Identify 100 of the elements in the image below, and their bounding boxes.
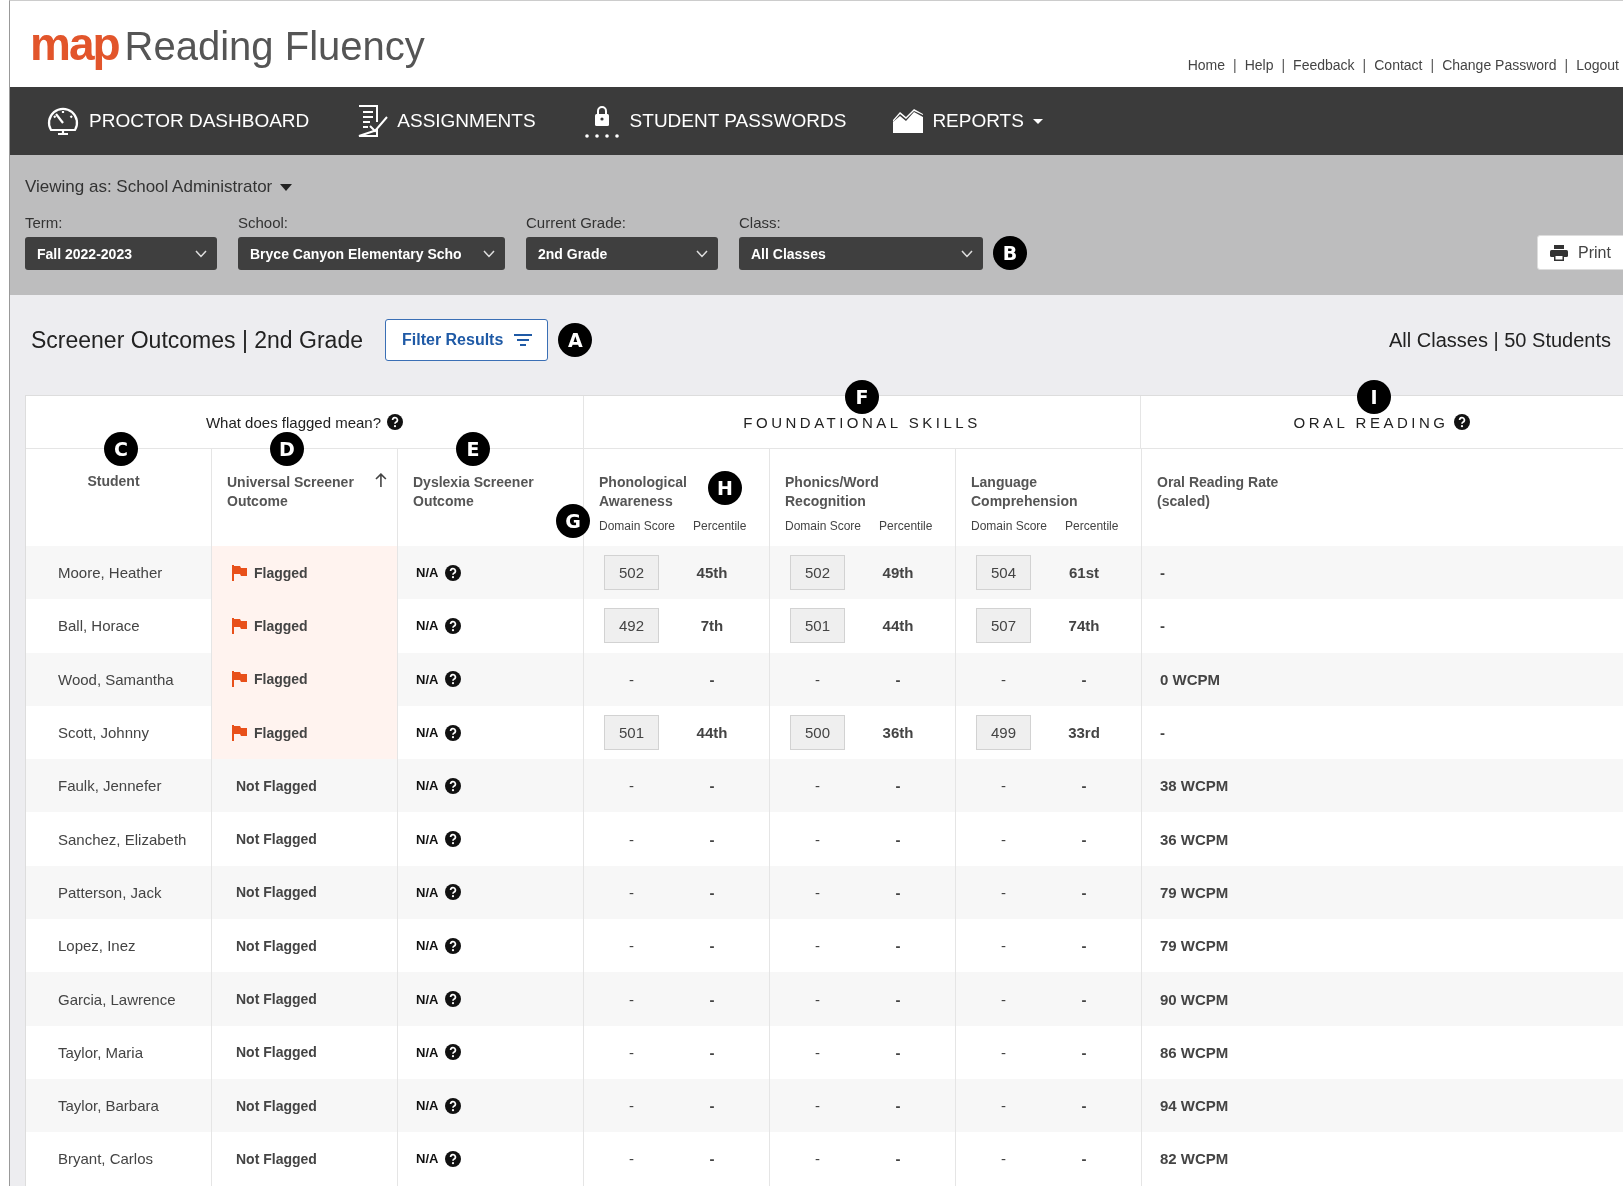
filter-label: Current Grade:	[526, 214, 627, 231]
help-icon[interactable]	[445, 937, 462, 954]
dyslexia-outcome: N/A	[416, 565, 439, 581]
top-link[interactable]: Home	[1187, 57, 1226, 73]
link-separator: |	[1281, 57, 1286, 73]
domain-score: -	[1000, 776, 1007, 797]
outcome-text: Flagged	[254, 724, 308, 741]
class-summary: All Classes | 50 Students	[1389, 328, 1611, 352]
callout-marker: F	[845, 380, 879, 414]
top-link[interactable]: Feedback	[1293, 57, 1355, 73]
oral-reading-rate: 82 WCPM	[1160, 1150, 1229, 1168]
nav-item[interactable]: STUDENT PASSWORDS	[581, 102, 847, 140]
domain-score: -	[814, 669, 821, 690]
help-icon[interactable]	[445, 777, 462, 794]
help-icon[interactable]	[445, 1150, 462, 1167]
help-icon[interactable]	[1454, 414, 1471, 430]
percentile: -	[1080, 1097, 1088, 1115]
filter-select[interactable]: Fall 2022-2023	[25, 237, 217, 270]
oral-reading-rate: 36 WCPM	[1160, 830, 1229, 848]
chevron-down-icon	[961, 249, 973, 258]
percentile: -	[1080, 1043, 1088, 1061]
help-icon[interactable]	[445, 831, 462, 848]
domain-score-box: 507	[976, 608, 1031, 644]
domain-score: -	[814, 1042, 821, 1063]
domain-score: -	[628, 989, 635, 1010]
domain-score-box: 502	[604, 555, 659, 591]
viewing-as-dropdown[interactable]: Viewing as: School Administrator	[25, 177, 293, 197]
student-name: Lopez, Inez	[58, 937, 136, 955]
domain-score: -	[628, 936, 635, 957]
column-header[interactable]: Universal Screener Outcome	[227, 473, 366, 511]
percentile: -	[1080, 830, 1088, 848]
help-icon[interactable]	[445, 884, 462, 901]
percentile: 44th	[695, 724, 729, 742]
percentile: 44th	[881, 617, 915, 635]
percentile: 49th	[881, 564, 915, 582]
domain-score: -	[628, 1042, 635, 1063]
dyslexia-outcome: N/A	[416, 831, 439, 847]
percentile: -	[894, 1097, 902, 1115]
callout-marker: C	[104, 432, 138, 466]
domain-score: -	[1000, 1096, 1007, 1117]
percentile: -	[894, 937, 902, 955]
domain-score-box: 492	[604, 608, 659, 644]
help-icon[interactable]	[445, 724, 462, 741]
percentile: 61st	[1068, 564, 1100, 582]
percentile: -	[1080, 990, 1088, 1008]
percentile: -	[708, 1097, 716, 1115]
report-title: Screener Outcomes | 2nd Grade	[31, 326, 363, 354]
nav-item[interactable]: REPORTS	[892, 108, 1044, 134]
percentile: -	[894, 990, 902, 1008]
filter-select[interactable]: 2nd Grade	[526, 237, 718, 270]
top-link[interactable]: Change Password	[1442, 57, 1557, 73]
link-separator: |	[1362, 57, 1367, 73]
filter-label: Class:	[739, 214, 781, 231]
help-icon[interactable]	[387, 414, 404, 430]
nav-item[interactable]: ASSIGNMENTS	[355, 104, 536, 138]
top-link[interactable]: Help	[1244, 57, 1274, 73]
nav-item[interactable]: PROCTOR DASHBOARD	[45, 104, 310, 138]
column-header[interactable]: Language Comprehension	[971, 473, 1083, 511]
outcome-text: Not Flagged	[236, 1044, 317, 1061]
column-header[interactable]: Student	[87, 473, 140, 489]
help-icon[interactable]	[445, 1097, 462, 1114]
help-icon[interactable]	[445, 617, 462, 634]
dyslexia-outcome: N/A	[416, 938, 439, 954]
percentile: 7th	[699, 617, 725, 635]
outcome-text: Not Flagged	[236, 831, 317, 848]
dyslexia-outcome: N/A	[416, 884, 439, 900]
percentile: -	[708, 1043, 716, 1061]
filter-select[interactable]: All Classes	[739, 237, 983, 270]
outcome-text: Not Flagged	[236, 777, 317, 794]
sort-arrow-icon[interactable]	[375, 473, 387, 487]
oral-reading-rate: 0 WCPM	[1160, 670, 1220, 688]
percentile: -	[894, 777, 902, 795]
help-icon[interactable]	[445, 991, 462, 1007]
column-header[interactable]: Phonological Awareness	[599, 473, 711, 511]
subcolumn-header: Domain Score	[971, 519, 1048, 533]
top-link[interactable]: Logout	[1576, 57, 1619, 73]
domain-score: -	[1000, 1149, 1007, 1170]
column-header[interactable]: Dyslexia Screener Outcome	[413, 473, 543, 511]
column-header[interactable]: Phonics/Word Recognition	[785, 473, 897, 511]
domain-score: -	[814, 936, 821, 957]
outcome-text: Not Flagged	[236, 991, 317, 1007]
print-button[interactable]: Print	[1537, 235, 1623, 270]
filter-results-button[interactable]: Filter Results	[385, 319, 549, 361]
domain-score: -	[814, 882, 821, 903]
help-icon[interactable]	[445, 1044, 462, 1061]
help-icon[interactable]	[445, 564, 462, 581]
domain-score: -	[814, 1096, 821, 1117]
domain-score: -	[628, 1149, 635, 1170]
chevron-down-icon	[696, 249, 708, 258]
caret-icon	[280, 183, 293, 191]
column-header[interactable]: Oral Reading Rate (scaled)	[1157, 473, 1287, 511]
printer-icon	[1550, 244, 1568, 261]
domain-score-box: 499	[976, 715, 1031, 751]
flag-help-link[interactable]: What does flagged mean?	[205, 413, 382, 431]
chevron-down-icon	[483, 249, 495, 258]
top-link[interactable]: Contact	[1374, 57, 1423, 73]
percentile: -	[1080, 670, 1088, 688]
oral-reading-rate: 86 WCPM	[1160, 1043, 1229, 1061]
help-icon[interactable]	[445, 671, 462, 688]
filter-select[interactable]: Bryce Canyon Elementary Scho	[238, 237, 505, 270]
